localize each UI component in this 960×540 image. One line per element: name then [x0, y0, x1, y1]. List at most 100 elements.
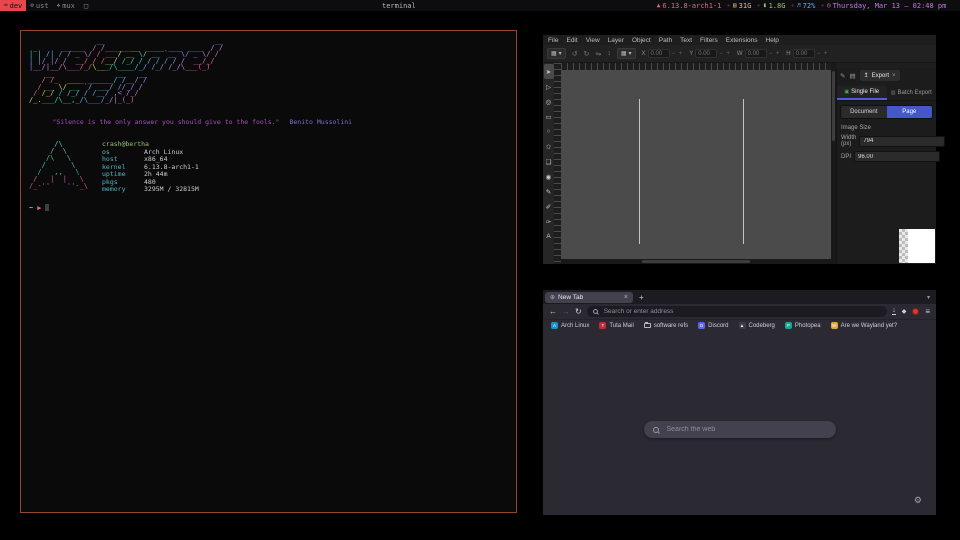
tab-close-icon[interactable]: ×	[624, 294, 628, 301]
menu-item[interactable]: File	[548, 37, 558, 44]
tool-button[interactable]: ❏	[544, 154, 554, 169]
field-value[interactable]: 0.00	[745, 49, 767, 58]
scope-button[interactable]: Document	[841, 106, 887, 118]
rotate-cw-icon[interactable]: ↻	[584, 50, 590, 58]
inkscape-window[interactable]: File Edit View Layer Object Path Text Fi…	[543, 35, 936, 264]
gear-icon[interactable]: ⚙	[914, 495, 922, 506]
menu-item[interactable]: View	[586, 37, 600, 44]
field-value[interactable]: 0.00	[793, 49, 815, 58]
dpi-label: DPI	[841, 154, 851, 160]
menu-icon[interactable]: ≡	[925, 307, 930, 316]
extension-icon[interactable]: ◆	[902, 308, 907, 315]
tool-button[interactable]: ▷	[544, 79, 554, 94]
tool-button[interactable]: ➤	[544, 64, 554, 79]
pencil-icon[interactable]: ✎	[840, 72, 845, 80]
list-tabs-icon[interactable]: ▾	[927, 294, 934, 301]
export-subtab[interactable]: ▥ Batch Export	[887, 86, 937, 100]
newtab-search-bar[interactable]	[644, 421, 836, 438]
status-module-icon: ▤	[733, 2, 737, 9]
ublock-icon[interactable]	[912, 308, 919, 315]
tool-button[interactable]: ✩	[544, 139, 554, 154]
field-value[interactable]: 0.00	[695, 49, 717, 58]
menu-item[interactable]: Edit	[566, 37, 577, 44]
browser-tab[interactable]: ⊕ New Tab ×	[545, 292, 633, 303]
width-input[interactable]	[859, 136, 945, 147]
favicon: D	[698, 322, 705, 329]
menu-item[interactable]: Help	[766, 37, 779, 44]
workspace-tag[interactable]: ⌨ dev	[0, 0, 26, 11]
favicon: W	[831, 322, 838, 329]
status-module-icon: ♬	[797, 2, 801, 9]
stepper-buttons[interactable]: − +	[672, 51, 684, 57]
quote-text: "Silence is the only answer you should g…	[52, 118, 279, 126]
downloads-icon[interactable]: ↓	[892, 308, 896, 315]
export-tab[interactable]: ↥ Export ×	[860, 70, 900, 81]
tool-button[interactable]: ◎	[544, 94, 554, 109]
terminal-window[interactable]: __ __ _ _____ / /________ ____ ___ ___ /…	[20, 30, 517, 513]
horizontal-scrollbar[interactable]	[561, 259, 831, 264]
tool-icon: ❏	[546, 158, 552, 166]
stepper-buttons[interactable]: − +	[769, 51, 781, 57]
tool-icon: ➤	[546, 68, 551, 76]
tool-icon: ◉	[546, 173, 552, 181]
layout-icon[interactable]: □	[79, 2, 93, 10]
bookmark-item[interactable]: W Are we Wayland yet?	[831, 322, 897, 329]
tool-button[interactable]: ▭	[544, 109, 554, 124]
canvas[interactable]	[561, 70, 831, 259]
align-dropdown[interactable]: ▦ ▾	[617, 48, 636, 59]
export-tab-label: Export	[872, 73, 889, 79]
scrollbar-thumb[interactable]	[832, 71, 835, 141]
menu-item[interactable]: Object	[632, 37, 651, 44]
stepper-buttons[interactable]: − +	[719, 51, 731, 57]
url-bar[interactable]	[587, 306, 888, 317]
flip-horizontal-icon[interactable]: ⇋	[595, 50, 601, 58]
fetch-value: 3295M / 32815M	[144, 186, 199, 194]
forward-button[interactable]: →	[562, 307, 570, 316]
grid-icon: ▦	[621, 50, 627, 57]
search-icon	[653, 427, 659, 433]
field-label: X	[642, 51, 646, 57]
bookmark-item[interactable]: P Photopea	[785, 322, 821, 329]
menu-item[interactable]: Filters	[700, 37, 718, 44]
tool-button[interactable]: ○	[544, 124, 554, 139]
url-input[interactable]	[602, 307, 882, 316]
scrollbar-thumb[interactable]	[642, 260, 750, 263]
stepper-buttons[interactable]: − +	[817, 51, 829, 57]
bookmark-item[interactable]: T Tuta Mail	[599, 322, 633, 329]
desktop: ⌨ dev ⚙ ust ❖ mux □ terminal ▲	[0, 0, 960, 540]
tool-button[interactable]: ✑	[544, 214, 554, 229]
flip-vertical-icon[interactable]: ↕	[607, 50, 611, 57]
tool-button[interactable]: ✐	[544, 199, 554, 214]
menu-item[interactable]: Layer	[608, 37, 624, 44]
rotate-ccw-icon[interactable]: ↺	[572, 50, 578, 58]
dpi-input[interactable]	[854, 151, 940, 162]
menu-item[interactable]: Extensions	[726, 37, 758, 44]
field-value[interactable]: 0.00	[648, 49, 670, 58]
tool-button[interactable]: A	[544, 229, 554, 244]
reload-button[interactable]: ↻	[575, 307, 582, 316]
bookmark-item[interactable]: ▲ Codeberg	[739, 322, 775, 329]
field-label: H	[786, 51, 790, 57]
workspace-tags: ⌨ dev ⚙ ust ❖ mux	[0, 0, 79, 11]
bookmark-item[interactable]: D Discord	[698, 322, 728, 329]
export-subtab[interactable]: ▣ Single File	[837, 86, 887, 100]
back-button[interactable]: ←	[549, 307, 557, 316]
selection-mode-dropdown[interactable]: ▦ ▾	[547, 48, 566, 59]
close-icon[interactable]: ×	[892, 73, 896, 79]
tool-button[interactable]: ◉	[544, 169, 554, 184]
layers-icon[interactable]: ▤	[849, 72, 855, 80]
menu-item[interactable]: Text	[680, 37, 692, 44]
workspace-tag[interactable]: ⚙ ust	[26, 0, 52, 11]
newtab-search-input[interactable]	[665, 425, 827, 434]
bookmark-item[interactable]: software refs	[644, 323, 688, 329]
new-tab-button[interactable]: +	[639, 293, 644, 302]
browser-window[interactable]: ⊕ New Tab × + ▾ ← → ↻ ↓ ◆ ≡	[543, 290, 936, 515]
scope-button[interactable]: Page	[887, 106, 933, 118]
navbar-actions: ↓ ◆ ≡	[892, 307, 930, 316]
tool-button[interactable]: ✎	[544, 184, 554, 199]
menu-item[interactable]: Path	[659, 37, 672, 44]
workspace-tag[interactable]: ❖ mux	[53, 0, 79, 11]
bookmark-item[interactable]: A Arch Linux	[551, 322, 589, 329]
shell-prompt[interactable]: ~ ▶	[29, 204, 508, 212]
status-module-icon: ▲	[657, 2, 661, 9]
